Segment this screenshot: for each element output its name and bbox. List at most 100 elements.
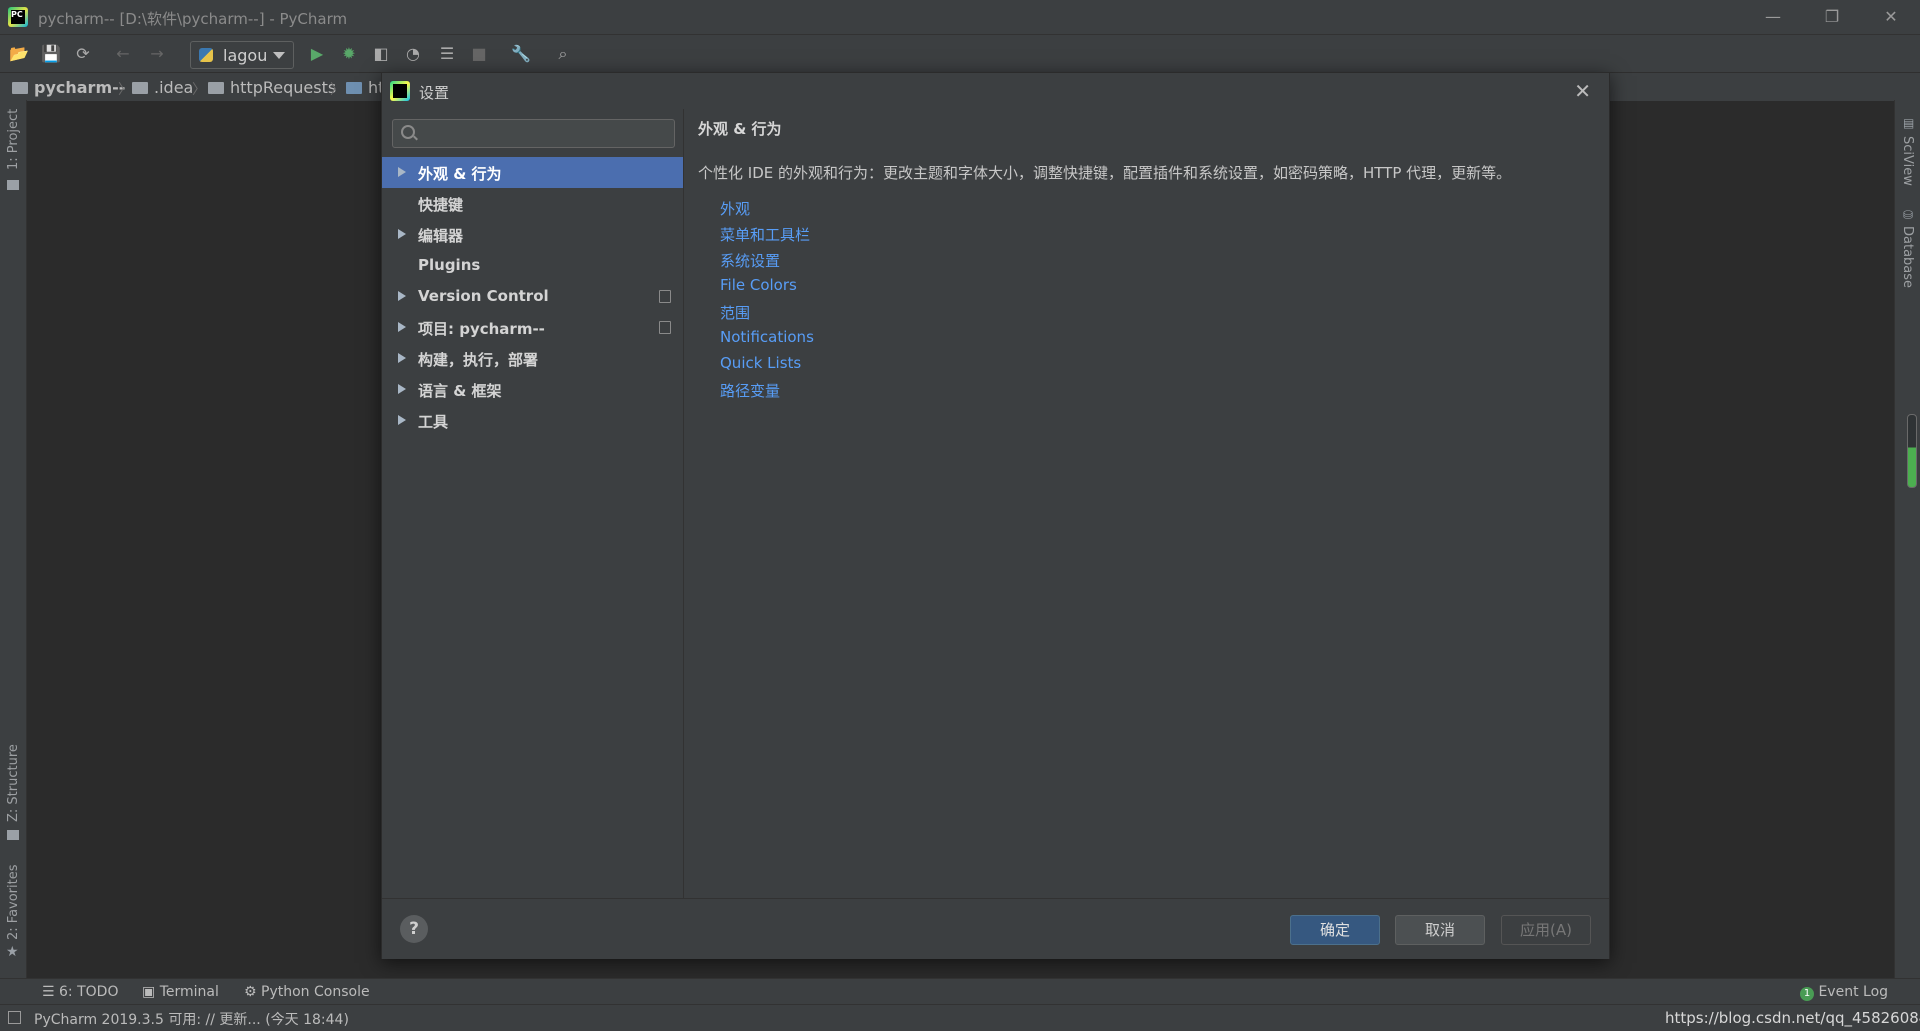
event-log-tab[interactable]: 1 Event Log xyxy=(1800,984,1888,1001)
ok-button[interactable]: 确定 xyxy=(1290,915,1380,945)
search-icon[interactable]: ⌕ xyxy=(552,43,574,65)
run-config-label: lagou xyxy=(223,46,268,65)
search-icon xyxy=(401,125,415,139)
debug-icon[interactable]: ✹ xyxy=(338,43,360,65)
save-icon[interactable]: 💾 xyxy=(40,43,62,65)
todo-tab[interactable]: ☰ 6: TODO xyxy=(42,984,118,1000)
wrench-icon[interactable]: 🔧 xyxy=(510,43,532,65)
run-configuration-select[interactable]: lagou xyxy=(190,41,294,69)
settings-dialog: 设置 ✕ 外观 & 行为 快捷键 编辑器 Plugins Version Con… xyxy=(381,72,1610,959)
list-icon: ☰ xyxy=(42,984,60,1000)
project-level-icon xyxy=(659,321,671,334)
tree-item-label: 构建，执行，部署 xyxy=(418,351,539,369)
link-file-colors[interactable]: File Colors xyxy=(720,276,797,294)
expand-arrow-icon[interactable] xyxy=(398,322,406,332)
title-bar: PC pycharm-- [D:\软件\pycharm--] - PyCharm… xyxy=(0,0,1920,34)
pycharm-logo-icon: PC xyxy=(8,7,28,27)
tool-tab-project[interactable]: 1: Project xyxy=(6,109,21,170)
link-system-settings[interactable]: 系统设置 xyxy=(720,250,780,271)
star-icon: ★ xyxy=(6,944,19,960)
terminal-icon: ▣ xyxy=(142,984,160,1000)
breadcrumb-item[interactable]: httpRequests xyxy=(208,78,336,97)
sync-icon[interactable]: ⟳ xyxy=(72,43,94,65)
api-file-icon xyxy=(346,82,362,94)
folder-icon xyxy=(208,82,224,94)
python-icon: ⚙ xyxy=(244,984,262,1000)
close-window-button[interactable]: ✕ xyxy=(1862,0,1920,34)
dialog-button-bar: ? 确定 取消 应用(A) xyxy=(382,898,1609,959)
tool-tab-favorites[interactable]: 2: Favorites xyxy=(6,864,21,940)
project-level-icon xyxy=(659,290,671,303)
link-scopes[interactable]: 范围 xyxy=(720,302,750,323)
tool-tab-database[interactable]: Database xyxy=(1900,226,1915,288)
layout-icon[interactable] xyxy=(8,1011,21,1024)
database-icon: ⛁ xyxy=(1903,208,1914,222)
tree-item-project[interactable]: 项目: pycharm-- xyxy=(382,312,683,343)
breadcrumb-separator: 〉 xyxy=(192,82,206,98)
link-notifications[interactable]: Notifications xyxy=(720,328,814,346)
python-icon xyxy=(199,48,213,62)
tree-item-label: 语言 & 框架 xyxy=(418,382,502,400)
tree-item-label: 编辑器 xyxy=(418,227,464,245)
expand-arrow-icon[interactable] xyxy=(398,384,406,394)
tree-item-version-control[interactable]: Version Control xyxy=(382,281,683,312)
apply-button[interactable]: 应用(A) xyxy=(1501,915,1591,945)
tree-item-tools[interactable]: 工具 xyxy=(382,405,683,436)
link-appearance[interactable]: 外观 xyxy=(720,198,750,219)
minimize-button[interactable]: — xyxy=(1744,0,1802,34)
stop-icon[interactable]: ■ xyxy=(468,43,490,65)
breadcrumb-separator: 〉 xyxy=(330,82,344,98)
memory-indicator[interactable] xyxy=(1907,414,1917,488)
bottom-tool-bar: ☰ 6: TODO ▣ Terminal ⚙ Python Console 1 … xyxy=(0,978,1920,1005)
folder-icon xyxy=(7,180,19,190)
dialog-title: 设置 xyxy=(419,84,450,102)
tree-item-build-execution-deployment[interactable]: 构建，执行，部署 xyxy=(382,343,683,374)
close-icon[interactable]: ✕ xyxy=(1574,79,1591,103)
sciview-icon: ▤ xyxy=(1903,116,1915,130)
tree-item-languages-frameworks[interactable]: 语言 & 框架 xyxy=(382,374,683,405)
tree-item-editor[interactable]: 编辑器 xyxy=(382,219,683,250)
maximize-button[interactable]: ❐ xyxy=(1803,0,1861,34)
breadcrumb-item[interactable]: .idea xyxy=(132,78,193,97)
link-path-variables[interactable]: 路径变量 xyxy=(720,380,780,401)
status-message[interactable]: PyCharm 2019.3.5 可用: // 更新... (今天 18:44) xyxy=(34,1009,349,1029)
tree-item-plugins[interactable]: Plugins xyxy=(382,250,683,281)
main-toolbar: 📂 💾 ⟳ ← → lagou ▶ ✹ ◧ ◔ ☰ ■ 🔧 ⌕ xyxy=(0,34,1920,73)
python-console-tab[interactable]: ⚙ Python Console xyxy=(244,984,370,1000)
expand-arrow-icon[interactable] xyxy=(398,229,406,239)
pycharm-logo-icon xyxy=(390,81,410,101)
run-icon[interactable]: ▶ xyxy=(306,43,328,65)
forward-icon[interactable]: → xyxy=(146,43,168,65)
link-menus-toolbars[interactable]: 菜单和工具栏 xyxy=(720,224,810,245)
left-tool-strip: 1: Project Z: Structure 2: Favorites ★ xyxy=(0,100,27,978)
tool-tab-structure[interactable]: Z: Structure xyxy=(6,744,21,822)
coverage-icon[interactable]: ◧ xyxy=(370,43,392,65)
cancel-button[interactable]: 取消 xyxy=(1395,915,1485,945)
tree-item-keymap[interactable]: 快捷键 xyxy=(382,188,683,219)
concurrency-icon[interactable]: ☰ xyxy=(436,43,458,65)
breadcrumb-item[interactable]: ht xyxy=(346,78,384,97)
help-button[interactable]: ? xyxy=(400,915,428,943)
page-description: 个性化 IDE 的外观和行为：更改主题和字体大小，调整快捷键，配置插件和系统设置… xyxy=(698,164,1512,182)
breadcrumb-item[interactable]: pycharm-- xyxy=(12,78,125,97)
back-icon[interactable]: ← xyxy=(112,43,134,65)
terminal-tab[interactable]: ▣ Terminal xyxy=(142,984,219,1000)
expand-arrow-icon[interactable] xyxy=(398,415,406,425)
expand-arrow-icon[interactable] xyxy=(398,291,406,301)
open-icon[interactable]: 📂 xyxy=(8,43,30,65)
tree-item-label: 快捷键 xyxy=(418,196,464,214)
folder-icon xyxy=(12,82,28,94)
watermark-text: https://blog.csdn.net/qq_45826084 xyxy=(1665,1009,1920,1027)
link-quick-lists[interactable]: Quick Lists xyxy=(720,354,801,372)
tree-item-appearance-behavior[interactable]: 外观 & 行为 xyxy=(382,157,683,188)
expand-arrow-icon[interactable] xyxy=(398,167,406,177)
profile-icon[interactable]: ◔ xyxy=(402,43,424,65)
settings-search-input[interactable] xyxy=(392,119,675,148)
status-bar: PyCharm 2019.3.5 可用: // 更新... (今天 18:44)… xyxy=(0,1004,1920,1031)
page-title: 外观 & 行为 xyxy=(698,120,782,138)
expand-arrow-icon[interactable] xyxy=(398,353,406,363)
tool-tab-sciview[interactable]: SciView xyxy=(1900,136,1915,186)
tree-item-label: Version Control xyxy=(418,287,549,305)
tree-item-label: Plugins xyxy=(418,256,481,274)
window-title: pycharm-- [D:\软件\pycharm--] - PyCharm xyxy=(38,10,348,28)
